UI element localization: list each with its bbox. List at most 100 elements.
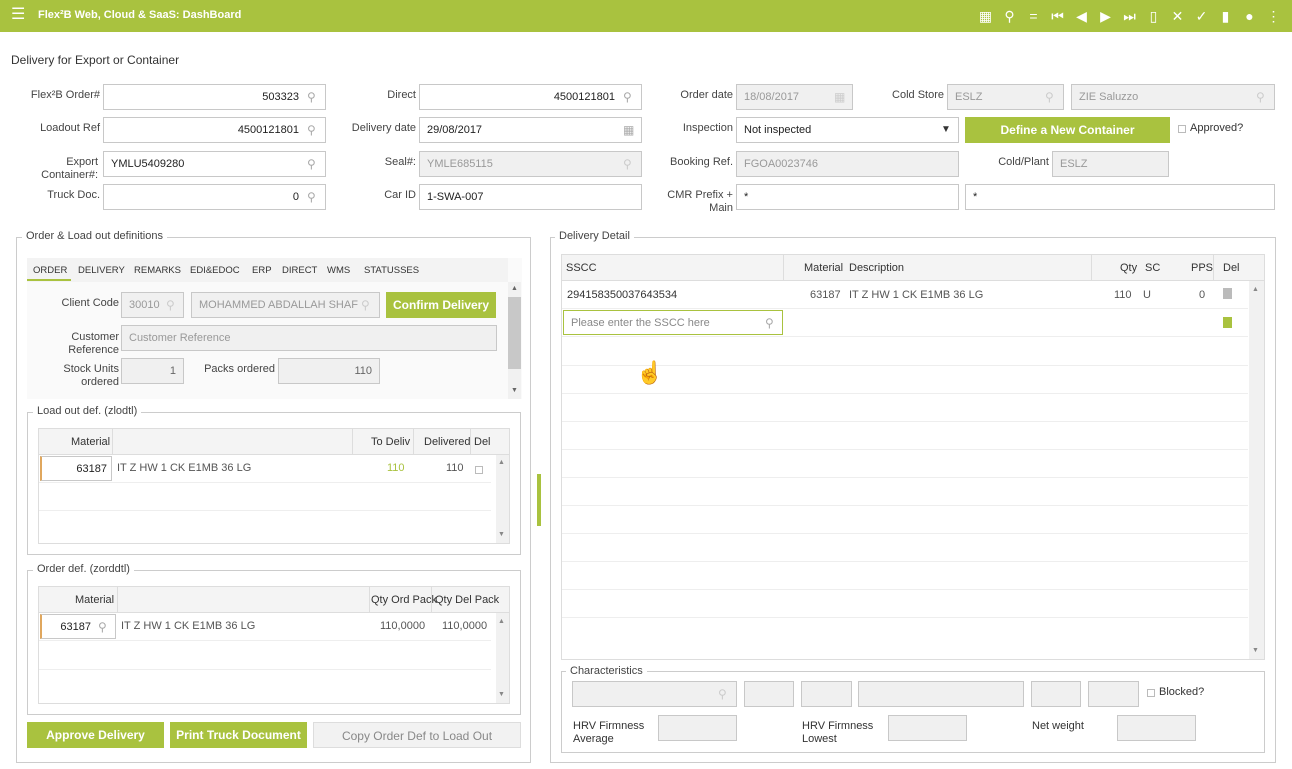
panel-splitter-handle[interactable] <box>537 474 541 526</box>
blocked-checkbox[interactable] <box>1147 688 1155 700</box>
order-loadout-legend: Order & Load out definitions <box>22 230 167 242</box>
print-truck-document-button[interactable]: Print Truck Document <box>170 722 307 748</box>
define-container-button[interactable]: Define a New Container <box>965 117 1170 143</box>
delivery-date-field[interactable]: 29/08/2017 <box>419 117 642 143</box>
search-icon[interactable]: ⚲ <box>1001 6 1018 26</box>
first-icon[interactable]: ⏮ <box>1049 6 1066 26</box>
search-icon[interactable]: ⚲ <box>307 157 316 171</box>
tab-delivery[interactable]: DELIVERY <box>78 265 125 276</box>
tab-remarks[interactable]: REMARKS <box>134 265 181 276</box>
prev-icon[interactable]: ◀ <box>1073 6 1090 26</box>
loadout-scrollbar[interactable] <box>496 455 509 543</box>
col-description[interactable]: Description <box>849 262 904 274</box>
more-icon[interactable]: ⋮ <box>1265 6 1282 26</box>
cmr-prefix-field[interactable]: * <box>736 184 959 210</box>
col-to-deliv[interactable]: To Deliv <box>371 436 410 448</box>
user-icon[interactable]: ● <box>1241 6 1258 26</box>
net-weight-label: Net weight <box>1032 720 1084 732</box>
tab-edi-edoc[interactable]: EDI&EDOC <box>190 265 240 276</box>
search-icon[interactable]: ⚲ <box>307 190 316 204</box>
row-divider <box>562 393 1248 394</box>
cancel-icon[interactable]: ✕ <box>1169 6 1186 26</box>
chevron-down-icon[interactable]: ▼ <box>941 124 951 135</box>
scroll-up-icon[interactable]: ▲ <box>511 285 518 292</box>
truck-field[interactable]: 0 <box>103 184 326 210</box>
tab-direct[interactable]: DIRECT <box>282 265 317 276</box>
material-cell[interactable]: 63187 <box>40 456 112 481</box>
col-qty-del-pack[interactable]: Qty Del Pack <box>435 594 499 606</box>
col-qty[interactable]: Qty <box>1120 262 1137 274</box>
next-icon[interactable]: ▶ <box>1097 6 1114 26</box>
search-icon[interactable]: ⚲ <box>307 90 316 104</box>
del-checkbox[interactable] <box>475 465 483 477</box>
col-del[interactable]: Del <box>1223 262 1240 274</box>
delivery-grid-scrollbar[interactable] <box>1249 281 1264 659</box>
loadout-grid-header: Material To Deliv Delivered Del <box>39 429 509 455</box>
col-pps[interactable]: PPS <box>1191 262 1213 274</box>
page-title: Delivery for Export or Container <box>11 53 180 67</box>
calendar-icon[interactable]: ▦ <box>977 6 994 26</box>
search-icon[interactable]: ⚲ <box>765 316 774 330</box>
scrollbar-thumb[interactable] <box>508 297 521 369</box>
loadout-field[interactable]: 4500121801 <box>103 117 326 143</box>
calendar-icon[interactable]: ▦ <box>623 123 634 137</box>
search-icon: ⚲ <box>1256 90 1265 104</box>
col-divider <box>1213 255 1214 281</box>
cold-plant-field: ESLZ <box>1052 151 1169 177</box>
to-deliv-cell: 110 <box>387 462 405 474</box>
col-qty-ord-pack[interactable]: Qty Ord Pack <box>371 594 437 606</box>
confirm-delivery-button[interactable]: Confirm Delivery <box>386 292 496 318</box>
search-icon[interactable]: ⚲ <box>623 90 632 104</box>
inspection-select[interactable]: Not inspected <box>736 117 959 143</box>
sscc-input[interactable]: Please enter the SSCC here <box>563 310 783 335</box>
material-cell: 63187 <box>810 289 841 301</box>
last-icon[interactable]: ⏭ <box>1121 6 1138 26</box>
col-delivered[interactable]: Delivered <box>424 436 470 448</box>
tab-active-indicator <box>27 279 71 281</box>
trash-icon[interactable] <box>1223 288 1232 299</box>
col-material[interactable]: Material <box>804 262 843 274</box>
scroll-down-icon[interactable]: ▼ <box>1252 647 1259 654</box>
hamburger-menu-icon[interactable]: ☰ <box>11 7 25 23</box>
container-field[interactable]: YMLU5409280 <box>103 151 326 177</box>
scroll-up-icon[interactable]: ▲ <box>1252 286 1259 293</box>
col-material[interactable]: Material <box>71 436 110 448</box>
approve-delivery-button[interactable]: Approve Delivery <box>27 722 164 748</box>
col-del[interactable]: Del <box>474 436 491 448</box>
table-row[interactable]: 63187 IT Z HW 1 CK E1MB 36 LG 110 110 <box>39 455 491 483</box>
col-material[interactable]: Material <box>75 594 114 606</box>
delete-icon[interactable]: ▮ <box>1217 6 1234 26</box>
orderdef-legend: Order def. (zorddtl) <box>33 563 134 575</box>
trash-icon[interactable] <box>1223 317 1232 328</box>
copy-order-def-button: Copy Order Def to Load Out <box>313 722 521 748</box>
table-row[interactable]: Please enter the SSCC here ⚲ <box>562 309 1248 337</box>
approved-checkbox[interactable] <box>1178 124 1186 136</box>
table-row[interactable]: 63187 ⚲ IT Z HW 1 CK E1MB 36 LG 110,0000… <box>39 613 491 641</box>
scroll-down-icon[interactable]: ▼ <box>498 531 505 538</box>
delivery-detail-legend: Delivery Detail <box>555 230 634 242</box>
car-field[interactable]: 1-SWA-007 <box>419 184 642 210</box>
tab-erp[interactable]: ERP <box>252 265 272 276</box>
col-divider <box>1091 255 1092 281</box>
equals-icon[interactable]: = <box>1025 6 1042 26</box>
col-sc[interactable]: SC <box>1145 262 1160 274</box>
col-sscc[interactable]: SSCC <box>566 262 597 274</box>
order-field[interactable]: 503323 <box>103 84 326 110</box>
tab-wms[interactable]: WMS <box>327 265 350 276</box>
seal-field[interactable]: YMLE685115 <box>419 151 642 177</box>
scroll-down-icon[interactable]: ▼ <box>511 387 518 394</box>
scroll-down-icon[interactable]: ▼ <box>498 691 505 698</box>
search-icon[interactable]: ⚲ <box>307 123 316 137</box>
scroll-up-icon[interactable]: ▲ <box>498 459 505 466</box>
tab-statusses[interactable]: STATUSSES <box>364 265 419 276</box>
new-doc-icon[interactable]: ▯ <box>1145 6 1162 26</box>
direct-field[interactable]: 4500121801 <box>419 84 642 110</box>
scroll-up-icon[interactable]: ▲ <box>498 618 505 625</box>
search-icon[interactable]: ⚲ <box>98 620 107 634</box>
cmr-main-field[interactable]: * <box>965 184 1275 210</box>
orderdef-scrollbar[interactable] <box>496 613 509 703</box>
customer-ref-field[interactable]: Customer Reference <box>121 325 497 351</box>
tab-order[interactable]: ORDER <box>33 265 67 276</box>
table-row[interactable]: 294158350037643534 63187 IT Z HW 1 CK E1… <box>562 281 1248 309</box>
confirm-icon[interactable]: ✓ <box>1193 6 1210 26</box>
